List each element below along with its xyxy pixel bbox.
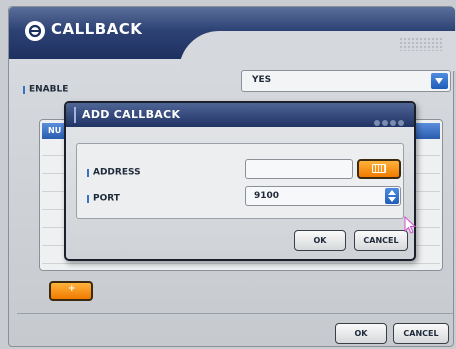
keyboard-icon [372,164,386,173]
dialog-title: ADD CALLBACK [82,108,181,121]
power-circle-icon [25,21,45,41]
address-input[interactable] [245,159,353,179]
port-label-row: PORT [87,188,120,207]
add-callback-button[interactable]: + [49,281,93,301]
spin-arrows-icon[interactable] [385,188,399,204]
dialog-dots-decoration [372,111,404,130]
dialog-ok-button[interactable]: OK [294,230,346,251]
dialog-title-bar: ADD CALLBACK [66,103,414,127]
dialog-form: ADDRESS PORT 9100 [76,143,404,219]
footer-divider [17,313,453,314]
dialog-cancel-button[interactable]: CANCEL [354,230,408,251]
cancel-button[interactable]: CANCEL [393,323,449,344]
port-stepper[interactable]: 9100 [245,186,401,206]
enable-value: YES [252,75,272,85]
title-marker [74,107,76,123]
label-marker [23,85,25,94]
address-label: ADDRESS [93,167,141,178]
address-label-row: ADDRESS [87,162,141,181]
add-callback-dialog: ADD CALLBACK ADDRESS PORT 9100 OK CANCEL [64,101,416,261]
title-dots-decoration [399,37,443,51]
virtual-keyboard-button[interactable] [357,159,401,179]
enable-label: ENABLE [29,84,69,95]
mouse-cursor-icon [404,216,416,234]
ok-button[interactable]: OK [335,323,387,344]
port-label: PORT [93,193,120,204]
plus-icon: + [68,284,76,294]
enable-row: ENABLE [23,79,68,98]
label-marker [87,194,89,203]
list-header-number: NU [48,126,62,135]
port-value: 9100 [254,191,280,201]
enable-select[interactable]: YES [241,70,451,92]
chevron-down-icon[interactable] [431,73,448,89]
label-marker [87,168,89,177]
window-title: CALLBACK [51,20,143,38]
